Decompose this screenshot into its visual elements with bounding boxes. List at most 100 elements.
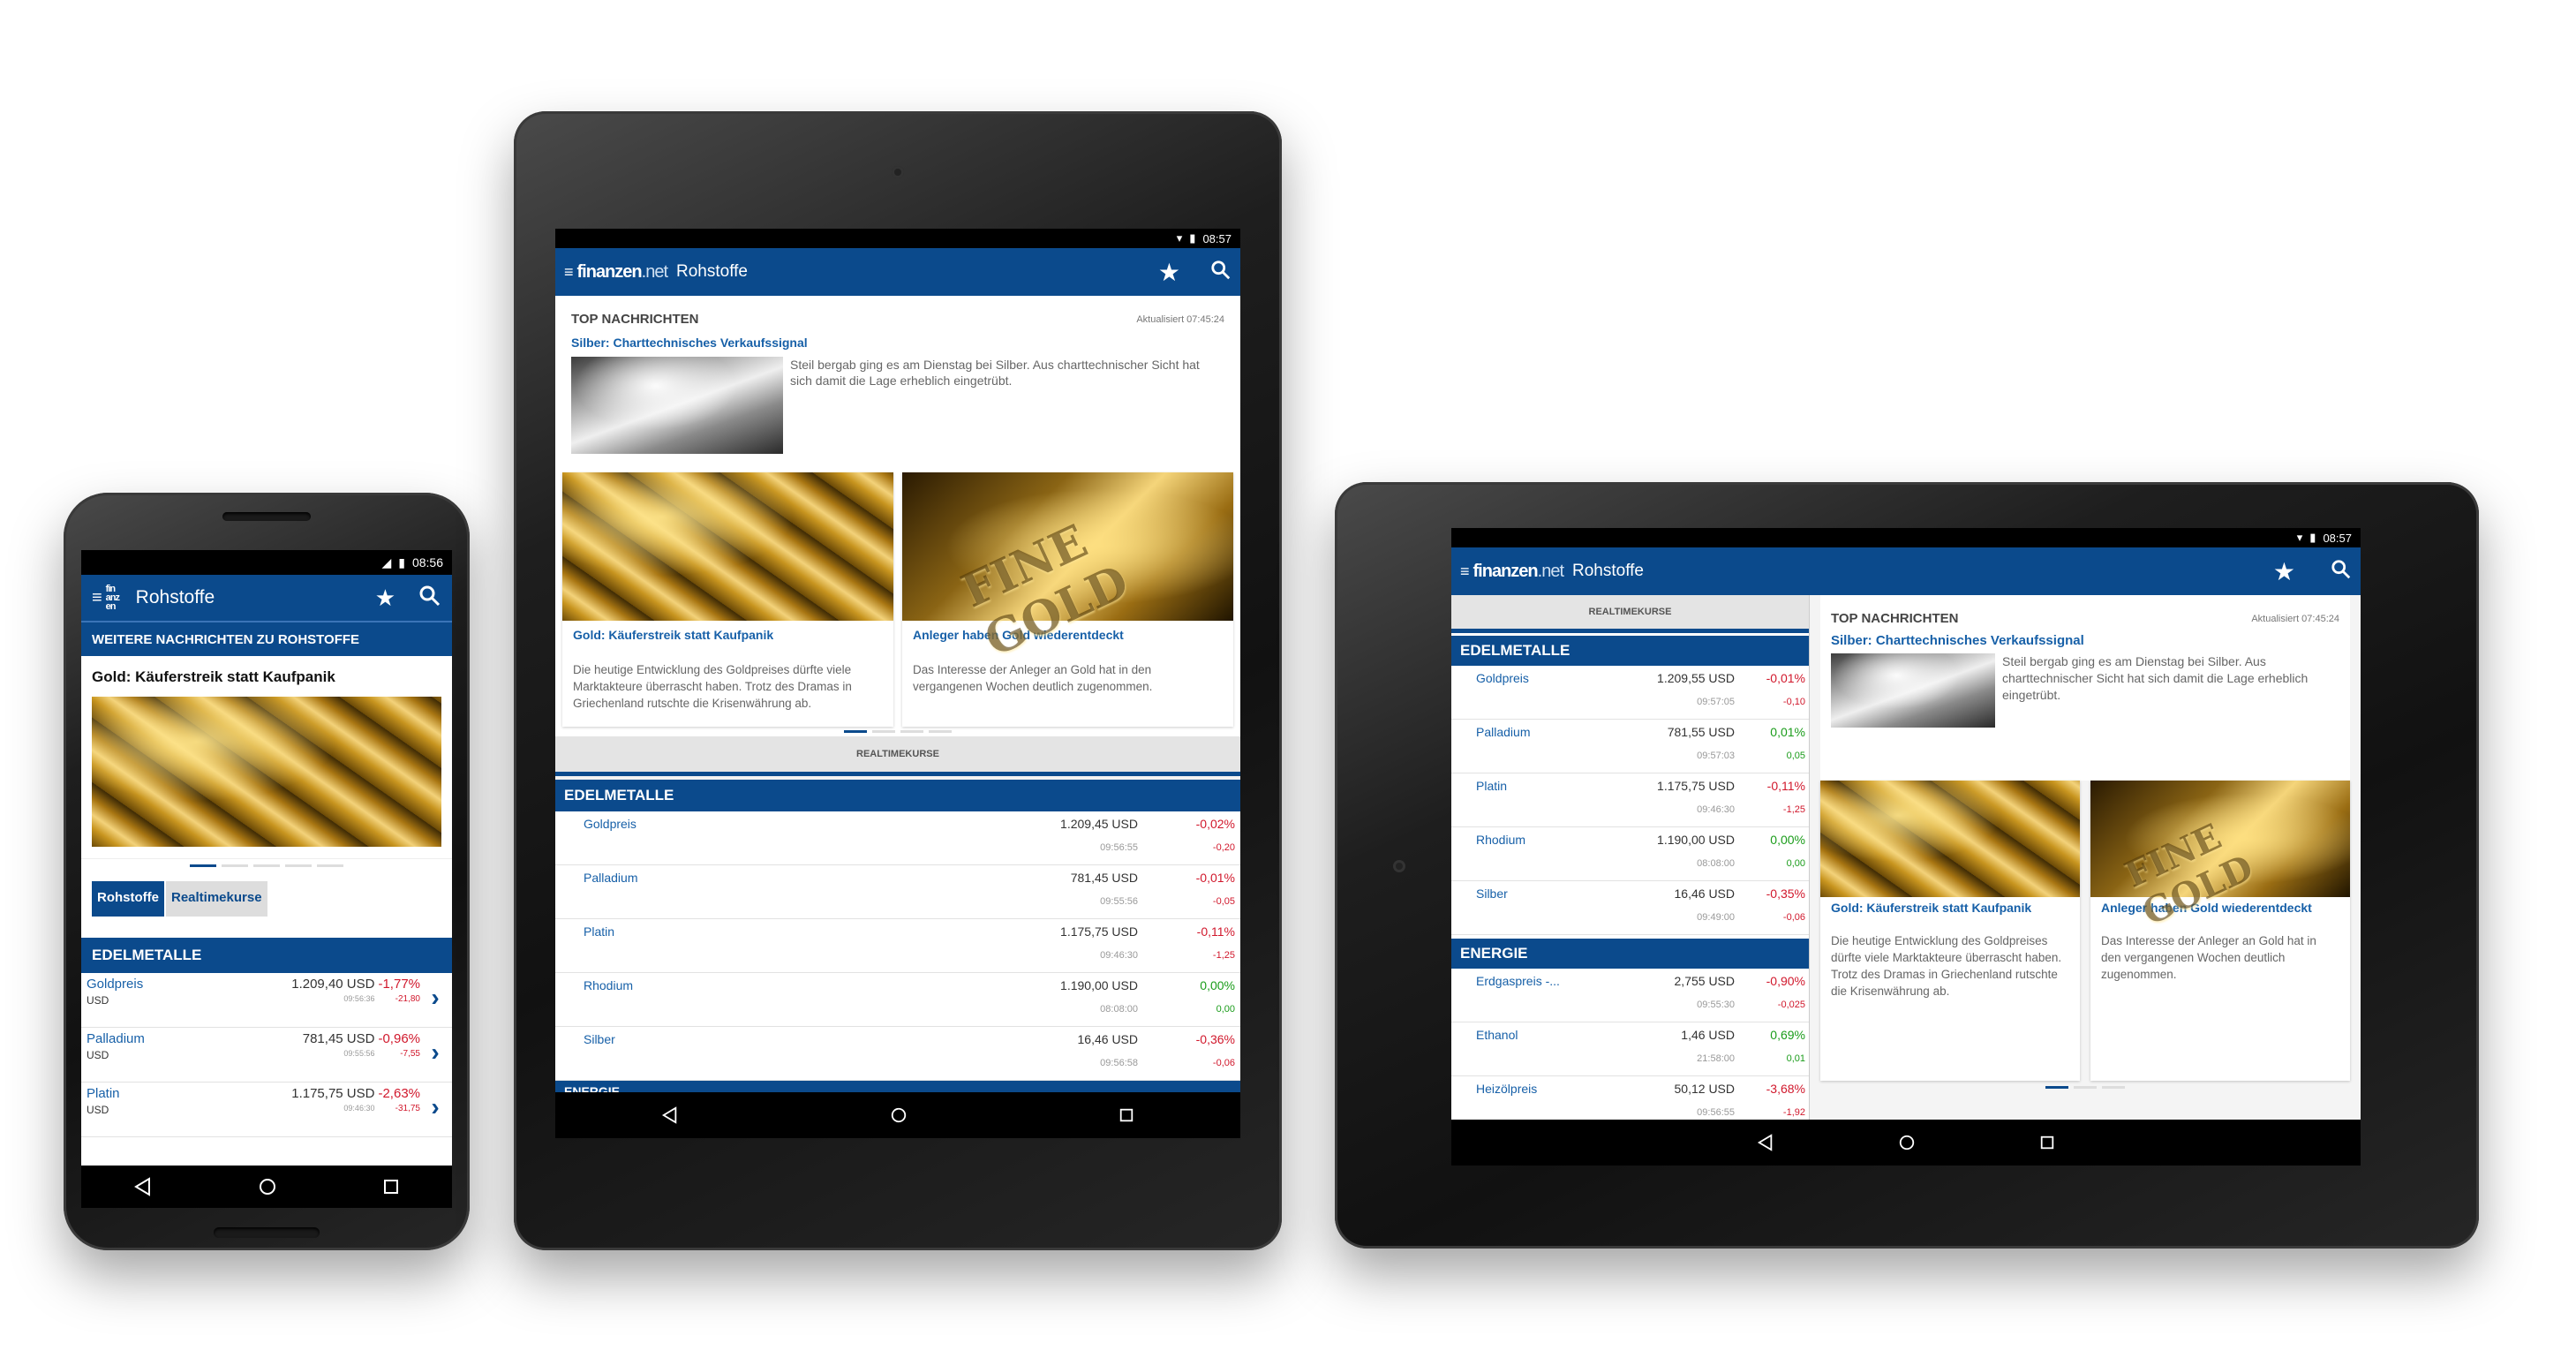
quote-row[interactable]: Palladium 781,45 USD -0,01% 09:55:56 -0,05 [555, 865, 1240, 919]
quote-change: -0,025 [1777, 1000, 1805, 1010]
wifi-icon: ▾ [1176, 231, 1183, 245]
quote-price: 2,755 USD [1674, 974, 1735, 988]
star-icon[interactable]: ★ [375, 585, 395, 612]
quote-pct: 0,00% [1770, 833, 1805, 847]
top-news-label: TOP NACHRICHTEN [571, 312, 699, 327]
home-icon[interactable] [258, 1177, 277, 1196]
quote-change: 0,00 [1216, 1004, 1235, 1015]
quote-change: -0,06 [1782, 912, 1805, 923]
quote-change: -0,05 [1212, 896, 1235, 907]
quote-row[interactable]: Goldpreis 1.209,40 USD -1,77% › USD 09:56:36 -… [81, 973, 452, 1028]
news-cards: Gold: Käuferstreik statt Kaufpanik Die h… [1820, 781, 2350, 1081]
quote-pct: -0,01% [1766, 671, 1805, 685]
back-icon[interactable] [661, 1106, 679, 1124]
quote-pct: -2,63% [378, 1086, 420, 1101]
quote-pct: 0,00% [1200, 978, 1235, 992]
menu-icon[interactable]: ≡ [1460, 562, 1470, 581]
quote-price: 1.190,00 USD [1657, 833, 1735, 847]
quote-time: 09:55:56 [1100, 896, 1138, 907]
quote-name: Palladium [584, 871, 638, 885]
quote-change: -1,92 [1782, 1107, 1805, 1118]
quote-name: Platin [584, 924, 615, 939]
app-logo: finanzen.net [576, 261, 668, 282]
quote-row[interactable]: Silber 16,46 USD -0,35% 09:49:00 -0,06 [1451, 881, 1809, 935]
quote-row[interactable]: Goldpreis 1.209,55 USD -0,01% 09:57:05 -0,10 [1451, 666, 1809, 720]
news-cards: Gold: Käuferstreik statt Kaufpanik Die h… [555, 464, 1240, 727]
table-section-header: EDELMETALLE [555, 780, 1240, 811]
quote-price: 1.175,75 USD [1657, 779, 1735, 793]
quote-change: -21,80 [395, 994, 420, 1004]
quote-price: 1.175,75 USD [1060, 924, 1138, 939]
back-icon[interactable] [133, 1177, 153, 1196]
battery-icon: ▮ [398, 555, 405, 570]
quote-row[interactable]: Platin 1.175,75 USD -2,63% › USD 09:46:30 -31,… [81, 1083, 452, 1137]
news-card-title: Gold: Käuferstreik statt Kaufpanik [573, 628, 774, 642]
tab-realtimekurse[interactable]: Realtimekurse [166, 881, 267, 917]
news-banner[interactable]: WEITERE NACHRICHTEN ZU ROHSTOFFE [81, 621, 452, 656]
quote-time: 09:46:30 [1697, 804, 1735, 815]
quote-row[interactable]: Palladium 781,45 USD -0,96% › USD 09:55:56 -7,… [81, 1028, 452, 1083]
news-card-text: Die heutige Entwicklung des Goldpreises … [573, 663, 852, 710]
quote-row[interactable]: Goldpreis 1.209,45 USD -0,02% 09:56:55 -0,20 [555, 811, 1240, 865]
quote-pct: -0,11% [1766, 779, 1805, 793]
news-card[interactable]: Gold: Käuferstreik statt Kaufpanik Die h… [562, 472, 893, 727]
star-icon[interactable]: ★ [2273, 557, 2295, 586]
recents-icon[interactable] [382, 1178, 400, 1196]
home-icon[interactable] [1898, 1134, 1916, 1151]
quote-change: -1,25 [1212, 950, 1235, 961]
quote-pct: 0,01% [1770, 725, 1805, 739]
menu-icon[interactable]: ≡ [92, 588, 102, 608]
quote-name: Heizölpreis [1476, 1082, 1538, 1096]
quote-time: 09:57:03 [1697, 751, 1735, 761]
quote-row[interactable]: Rhodium 1.190,00 USD 0,00% 08:08:00 0,00 [555, 973, 1240, 1027]
quote-name: Palladium [1476, 725, 1531, 739]
recents-icon[interactable] [1119, 1107, 1134, 1123]
quote-unit: USD [87, 1049, 109, 1061]
quote-row[interactable]: Palladium 781,55 USD 0,01% 09:57:03 0,05 [1451, 720, 1809, 773]
quote-row[interactable]: Platin 1.175,75 USD -0,11% 09:46:30 -1,25 [555, 919, 1240, 973]
realtime-tab[interactable]: REALTIMEKURSE [1451, 595, 1809, 633]
quote-row[interactable]: Silber 16,46 USD -0,36% 09:56:58 -0,06 [555, 1027, 1240, 1081]
back-icon[interactable] [1757, 1134, 1774, 1151]
tab-strip: Rohstoffe Realtimekurse [81, 872, 452, 925]
pager-dots [555, 727, 1240, 736]
search-icon[interactable] [2331, 559, 2352, 585]
app-bar: ≡ finanzen.net Rohstoffe ★ [1451, 547, 2361, 595]
quote-time: 09:56:55 [1100, 842, 1138, 853]
news-card[interactable]: Gold: Käuferstreik statt Kaufpanik [81, 656, 452, 859]
search-icon[interactable] [418, 585, 441, 612]
news-card[interactable]: Gold: Käuferstreik statt Kaufpanik Die h… [1820, 781, 2080, 1081]
tab-rohstoffe[interactable]: Rohstoffe [92, 881, 164, 917]
chevron-right-icon[interactable]: › [424, 1031, 447, 1074]
quote-change: -7,55 [400, 1049, 420, 1059]
lead-news-title[interactable]: Silber: Charttechnisches Verkaufssignal [1831, 633, 2339, 648]
quote-change: 0,01 [1786, 1053, 1805, 1064]
quote-row[interactable]: Ethanol 1,46 USD 0,69% 21:58:00 0,01 [1451, 1022, 1809, 1076]
lead-news-title[interactable]: Silber: Charttechnisches Verkaufssignal [571, 336, 1224, 350]
menu-icon[interactable]: ≡ [564, 263, 574, 282]
quote-time: 09:46:30 [343, 1104, 375, 1113]
quote-row[interactable]: Platin 1.175,75 USD -0,11% 09:46:30 -1,25 [1451, 773, 1809, 827]
wifi-icon: ▾ [2296, 531, 2303, 544]
news-card[interactable]: FINE GOLD Anleger haben Gold wiederentde… [2090, 781, 2350, 1081]
quote-change: -0,20 [1212, 842, 1235, 853]
chevron-right-icon[interactable]: › [424, 1086, 447, 1128]
recents-icon[interactable] [2039, 1135, 2055, 1151]
star-icon[interactable]: ★ [1158, 258, 1180, 287]
quote-price: 1.209,40 USD [291, 977, 375, 992]
quote-name: Goldpreis [1476, 671, 1529, 685]
quote-price: 1,46 USD [1681, 1028, 1735, 1042]
quote-price: 1.190,00 USD [1060, 978, 1138, 992]
quote-row[interactable]: Erdgaspreis -... 2,755 USD -0,90% 09:55:30 -… [1451, 969, 1809, 1022]
home-icon[interactable] [890, 1106, 908, 1124]
quote-row[interactable]: Rhodium 1.190,00 USD 0,00% 08:08:00 0,00 [1451, 827, 1809, 881]
realtime-tab[interactable]: REALTIMEKURSE [555, 736, 1240, 776]
quote-name: Palladium [87, 1031, 145, 1046]
chevron-right-icon[interactable]: › [424, 977, 447, 1019]
news-card[interactable]: FINE GOLD Anleger haben Gold wiederentde… [902, 472, 1233, 727]
battery-icon: ▮ [1189, 231, 1196, 245]
search-icon[interactable] [1210, 260, 1232, 285]
quote-pct: -0,36% [1195, 1032, 1235, 1046]
quote-unit: USD [87, 994, 109, 1007]
battery-icon: ▮ [2309, 531, 2316, 544]
